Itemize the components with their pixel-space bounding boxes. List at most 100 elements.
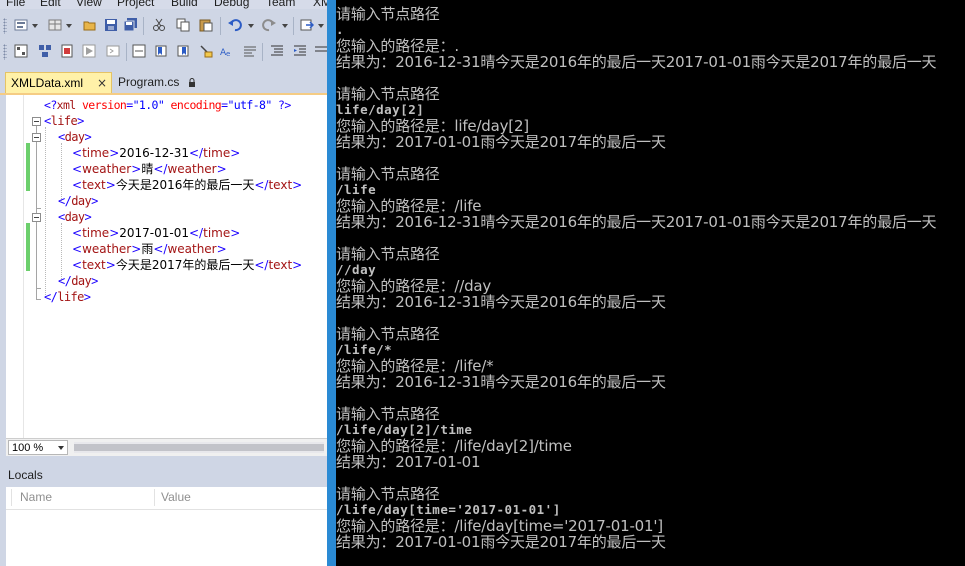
paste-icon[interactable] [199, 18, 213, 32]
console-line-prompt: 请输入节点路径 [336, 405, 440, 423]
clear-bookmarks-icon[interactable] [199, 44, 213, 58]
zoom-level: 100 % [12, 442, 44, 454]
schemas-icon[interactable] [38, 44, 52, 58]
dropdown-icon[interactable] [66, 24, 72, 28]
dropdown-icon[interactable] [318, 24, 324, 28]
collapse-icon[interactable] [32, 133, 41, 142]
dropdown-icon[interactable] [248, 24, 254, 28]
column-separator [11, 489, 12, 506]
locals-columns: Name Value [6, 487, 327, 510]
locals-window: Locals Name Value [0, 463, 327, 566]
console-line-result: 结果为：2017-01-01 [336, 453, 481, 471]
window-splitter[interactable] [327, 0, 336, 566]
bookmark-prev-icon[interactable] [154, 44, 168, 58]
indent-icon[interactable] [293, 44, 307, 58]
copy-icon[interactable] [176, 18, 190, 32]
console-line-result: 结果为：2016-12-31晴今天是2016年的最后一天 [336, 293, 666, 311]
visual-studio-window: File Edit View Project Build Debug Team … [0, 0, 327, 566]
menu-file[interactable]: File [6, 0, 25, 9]
code-line-2: <life> [44, 114, 84, 128]
column-value-header[interactable]: Value [161, 490, 191, 504]
toolbar-grip[interactable] [3, 44, 7, 60]
tab-xmldata[interactable]: XMLData.xml × [5, 72, 112, 93]
menu-edit[interactable]: Edit [40, 0, 61, 9]
outline-end [36, 288, 41, 289]
menu-project[interactable]: Project [117, 0, 154, 9]
open-file-icon[interactable] [83, 18, 97, 32]
output-icon[interactable] [106, 44, 120, 58]
menu-bar: File Edit View Project Build Debug Team … [0, 0, 327, 9]
console-line-input: /life [336, 182, 377, 197]
menu-overflow[interactable]: XM [313, 0, 327, 9]
save-all-icon[interactable] [124, 18, 138, 32]
navigate-icon[interactable] [300, 18, 314, 32]
outline-end [36, 208, 41, 209]
console-line-input: . [336, 22, 345, 37]
debug-xslt-icon[interactable] [82, 44, 96, 58]
xml-editor-toolbar: Ae [0, 39, 327, 65]
outline-end [36, 299, 41, 300]
bookmark-next-icon[interactable] [176, 44, 190, 58]
console-line-prompt: 请输入节点路径 [336, 485, 440, 503]
console-line-echo: 您输入的路径是：/life/day[2]/time [336, 437, 572, 455]
whitespace-icon[interactable] [243, 44, 257, 58]
quick-find-icon[interactable]: Ae [220, 44, 234, 58]
scrollbar-thumb[interactable] [74, 444, 324, 451]
collapse-icon[interactable] [32, 117, 41, 126]
zoom-dropdown[interactable]: 100 % [8, 440, 68, 455]
document-tab-strip: XMLData.xml × Program.cs [0, 70, 327, 94]
console-line-echo: 您输入的路径是：/life [336, 197, 482, 215]
console-line-result: 结果为：2016-12-31晴今天是2016年的最后一天2017-01-01雨今… [336, 213, 937, 231]
tab-label: Program.cs [118, 75, 180, 89]
console-line-input: /life/day[2]/time [336, 422, 473, 437]
console-line-echo: 您输入的路径是：life/day[2] [336, 117, 529, 135]
solution-explorer-icon[interactable] [14, 18, 28, 32]
change-bar [26, 223, 30, 271]
locals-title: Locals [8, 468, 43, 482]
console-line-input: life/day[2] [336, 102, 425, 117]
tab-program-cs[interactable]: Program.cs [117, 72, 212, 93]
indent-guide [45, 127, 46, 297]
more-tools-icon[interactable] [314, 44, 327, 58]
tab-label: XMLData.xml [11, 76, 84, 90]
menu-view[interactable]: View [76, 0, 102, 9]
save-icon[interactable] [104, 18, 118, 32]
console-line-prompt: 请输入节点路径 [336, 245, 440, 263]
dropdown-icon[interactable] [282, 24, 288, 28]
code-line-8: <day> [58, 210, 92, 224]
xslt-icon[interactable] [60, 44, 74, 58]
cut-icon[interactable] [152, 18, 166, 32]
editor-gutter [6, 95, 24, 438]
code-line-6: <text>今天是2016年的最后一天</text> [72, 178, 303, 192]
code-line-11: <text>今天是2017年的最后一天</text> [72, 258, 303, 272]
xml-editor[interactable]: <?xml version="1.0" encoding="utf-8" ?> … [6, 95, 327, 438]
console-window[interactable]: 请输入节点路径. 您输入的路径是：. 结果为：2016-12-31晴今天是2016年… [336, 0, 965, 566]
column-name-header[interactable]: Name [20, 490, 52, 504]
horizontal-scrollbar[interactable] [74, 442, 324, 453]
code-line-4: <time>2016-12-31</time> [72, 146, 241, 160]
undo-icon[interactable] [228, 18, 242, 32]
menu-debug[interactable]: Debug [214, 0, 249, 9]
close-icon[interactable]: × [97, 77, 107, 89]
new-project-icon[interactable] [48, 18, 62, 32]
redo-icon[interactable] [262, 18, 276, 32]
collapse-icon[interactable] [32, 213, 41, 222]
dropdown-icon[interactable] [32, 24, 38, 28]
code-line-1: <?xml version="1.0" encoding="utf-8" ?> [44, 98, 291, 112]
console-line-prompt: 请输入节点路径 [336, 5, 440, 23]
align-left-icon[interactable] [270, 44, 284, 58]
menu-build[interactable]: Build [171, 0, 198, 9]
column-resize-handle[interactable] [154, 489, 155, 506]
console-line-result: 结果为：2017-01-01雨今天是2017年的最后一天 [336, 133, 666, 151]
menu-team[interactable]: Team [266, 0, 295, 9]
code-line-7: </day> [58, 194, 98, 208]
toolbar-grip[interactable] [3, 18, 7, 34]
standard-toolbar [0, 13, 327, 39]
console-line-prompt: 请输入节点路径 [336, 165, 440, 183]
console-line-echo: 您输入的路径是：/life/day[time='2017-01-01'] [336, 517, 663, 535]
create-schema-icon[interactable] [14, 44, 28, 58]
console-line-result: 结果为：2017-01-01雨今天是2017年的最后一天 [336, 533, 666, 551]
toggle-icon[interactable] [132, 44, 146, 58]
console-line-prompt: 请输入节点路径 [336, 85, 440, 103]
svg-text:e: e [226, 50, 230, 58]
